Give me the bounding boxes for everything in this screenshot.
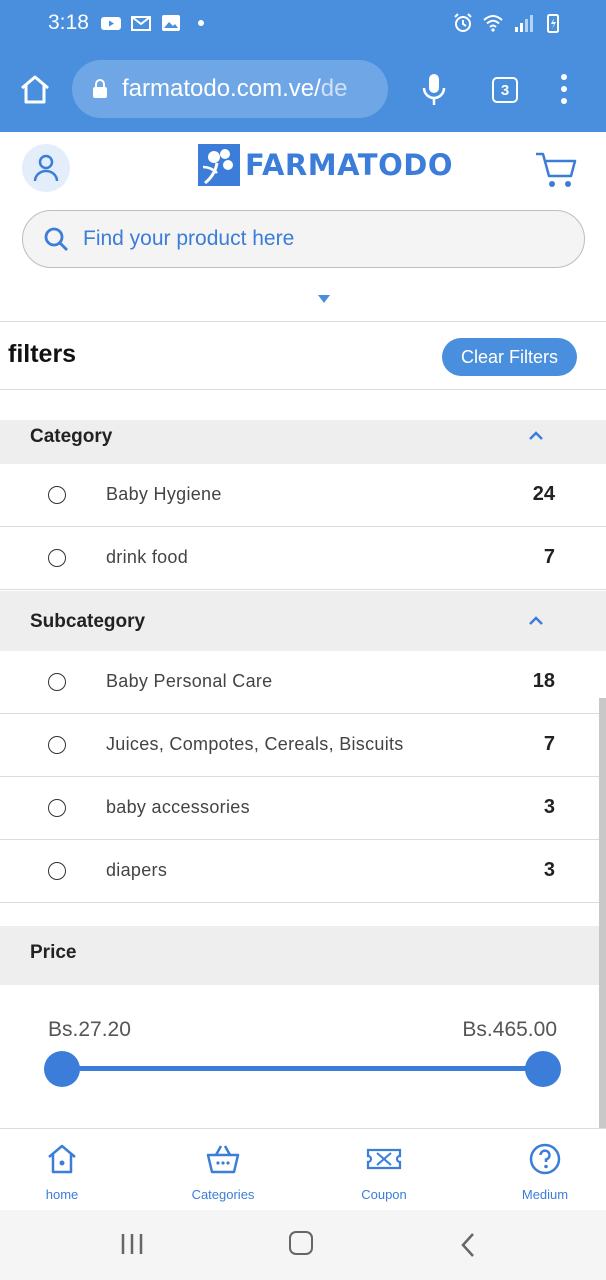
- browser-toolbar: farmatodo.com.ve/de 3: [0, 48, 606, 132]
- filter-option-row[interactable]: baby accessories 3: [0, 777, 606, 840]
- mic-icon[interactable]: [420, 72, 448, 108]
- url-text: farmatodo.com.ve/de: [122, 75, 347, 103]
- nav-label: Categories: [191, 1187, 255, 1202]
- browser-menu-icon[interactable]: [556, 74, 572, 104]
- nav-item-medium[interactable]: Medium: [485, 1129, 605, 1211]
- category-title: Category: [30, 426, 113, 447]
- site-header: FARMATODO Find your product here: [0, 132, 606, 282]
- search-input[interactable]: Find your product here: [22, 210, 585, 268]
- filter-option-label: baby accessories: [106, 797, 250, 817]
- filter-option-count: 24: [532, 483, 555, 505]
- filter-option-label: drink food: [106, 547, 189, 567]
- logo-text: FARMATODO: [245, 148, 453, 182]
- signal-icon: [515, 15, 533, 32]
- coupon-icon: [366, 1148, 402, 1170]
- gallery-icon: [162, 15, 180, 31]
- recent-apps-icon[interactable]: [120, 1233, 144, 1255]
- alarm-icon: [454, 13, 472, 32]
- page-scrollbar[interactable]: [599, 698, 606, 1128]
- filter-option-count: 3: [543, 859, 555, 881]
- account-button[interactable]: [22, 144, 70, 192]
- filter-option-label: Baby Hygiene: [106, 484, 222, 504]
- back-icon[interactable]: [460, 1232, 476, 1258]
- nav-label: home: [45, 1187, 79, 1202]
- nav-label: Coupon: [361, 1187, 407, 1202]
- subcategory-title: Subcategory: [30, 611, 146, 632]
- filter-option-label: diapers: [106, 860, 168, 880]
- cart-icon[interactable]: [534, 148, 578, 190]
- url-main: farmatodo.com.ve/: [122, 75, 321, 102]
- radio-button[interactable]: [48, 549, 66, 567]
- status-icons-right: [452, 12, 564, 34]
- price-slider-track[interactable]: [62, 1066, 543, 1071]
- nav-item-coupon[interactable]: Coupon: [324, 1129, 444, 1211]
- status-bar: 3:18: [0, 0, 606, 48]
- help-icon: [529, 1143, 561, 1175]
- filters-expander[interactable]: [0, 282, 606, 322]
- basket-icon: [206, 1145, 240, 1174]
- search-placeholder: Find your product here: [83, 227, 295, 250]
- filter-option-count: 7: [543, 733, 555, 755]
- android-nav-bar: [0, 1210, 606, 1280]
- radio-button[interactable]: [48, 736, 66, 754]
- caret-down-icon: [318, 295, 330, 303]
- subcategory-section-header[interactable]: Subcategory: [0, 591, 606, 651]
- filter-option-count: 7: [543, 546, 555, 568]
- home-icon: [48, 1144, 76, 1174]
- status-time: 3:18: [48, 11, 89, 34]
- filter-option-row[interactable]: Juices, Compotes, Cereals, Biscuits 7: [0, 714, 606, 777]
- youtube-icon: [101, 17, 121, 30]
- browser-home-icon[interactable]: [18, 73, 52, 107]
- price-slider-min-handle[interactable]: [44, 1051, 80, 1087]
- filter-option-row[interactable]: Baby Personal Care 18: [0, 651, 606, 714]
- nav-item-categories[interactable]: Categories: [163, 1129, 283, 1211]
- nav-label: Medium: [521, 1187, 569, 1202]
- radio-button[interactable]: [48, 799, 66, 817]
- radio-button[interactable]: [48, 673, 66, 691]
- price-max-label: Bs.465.00: [462, 1018, 557, 1041]
- user-icon: [33, 154, 59, 182]
- radio-button[interactable]: [48, 486, 66, 504]
- filters-title: filters: [8, 340, 77, 368]
- radio-button[interactable]: [48, 862, 66, 880]
- url-faded: de: [320, 75, 348, 102]
- filter-option-row[interactable]: diapers 3: [0, 840, 606, 903]
- chevron-up-icon: [529, 431, 543, 440]
- gmail-icon: [131, 16, 151, 31]
- bottom-nav: home Categories Coupon Medium: [0, 1128, 606, 1210]
- search-icon: [44, 227, 68, 251]
- address-bar[interactable]: farmatodo.com.ve/de: [72, 60, 388, 118]
- screen: 3:18 farmatodo.com.ve/de 3 FARMATODO Fin…: [0, 0, 606, 1280]
- chevron-up-icon: [529, 616, 543, 625]
- filter-option-row[interactable]: drink food 7: [0, 527, 606, 590]
- filters-header: filters Clear Filters: [0, 322, 606, 390]
- logo-mark-icon: [198, 144, 240, 186]
- tab-switcher-button[interactable]: 3: [492, 77, 518, 103]
- filter-option-row[interactable]: Baby Hygiene 24: [0, 464, 606, 527]
- status-icons-left: [100, 12, 204, 34]
- clear-filters-button[interactable]: Clear Filters: [442, 338, 577, 376]
- battery-charging-icon: [547, 14, 559, 33]
- nav-item-home[interactable]: home: [2, 1129, 122, 1211]
- category-section-header[interactable]: Category: [0, 420, 606, 464]
- farmatodo-logo[interactable]: FARMATODO: [197, 142, 453, 188]
- filter-option-count: 3: [543, 796, 555, 818]
- filter-option-label: Baby Personal Care: [106, 671, 273, 691]
- filter-option-count: 18: [532, 670, 555, 692]
- lock-icon: [93, 79, 107, 98]
- wifi-icon: [483, 15, 503, 32]
- dot-icon: [198, 20, 204, 26]
- price-slider-max-handle[interactable]: [525, 1051, 561, 1087]
- price-title: Price: [30, 942, 77, 963]
- price-section-header[interactable]: Price: [0, 926, 606, 985]
- filter-option-label: Juices, Compotes, Cereals, Biscuits: [106, 734, 404, 754]
- price-min-label: Bs.27.20: [48, 1018, 131, 1041]
- android-home-icon[interactable]: [289, 1231, 313, 1255]
